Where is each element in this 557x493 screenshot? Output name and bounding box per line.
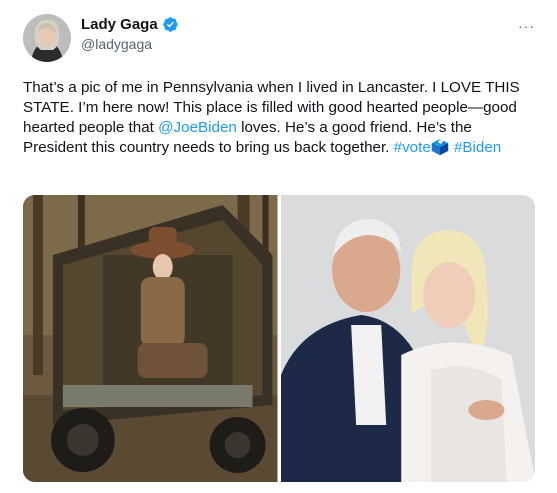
media-gallery[interactable] (23, 195, 535, 482)
tweet-text: That’s a pic of me in Pennsylvania when … (23, 78, 538, 158)
author-display-name[interactable]: Lady Gaga (81, 16, 158, 33)
tweet-card[interactable]: Lady Gaga @ladygaga ··· That’s a pic of … (0, 0, 557, 493)
more-options-button[interactable]: ··· (518, 18, 535, 34)
author-name-row[interactable]: Lady Gaga (81, 16, 179, 33)
photo-atv-woods[interactable] (23, 195, 278, 482)
photo-portrait-embrace[interactable] (280, 195, 535, 482)
photo-atv-woods-icon (23, 195, 278, 482)
avatar-photo-icon (23, 14, 71, 62)
more-horizontal-icon: ··· (518, 18, 535, 34)
hashtag-biden-link[interactable]: #Biden (454, 139, 501, 156)
mention-link[interactable]: @JoeBiden (158, 119, 237, 136)
author-handle[interactable]: @ladygaga (81, 36, 152, 52)
avatar[interactable] (23, 14, 71, 62)
hashtag-vote-link[interactable]: #vote (394, 139, 431, 156)
ballot-box-emoji: 🗳️ (430, 139, 450, 156)
photo-portrait-embrace-icon (280, 195, 535, 482)
verified-badge-icon (162, 17, 178, 32)
